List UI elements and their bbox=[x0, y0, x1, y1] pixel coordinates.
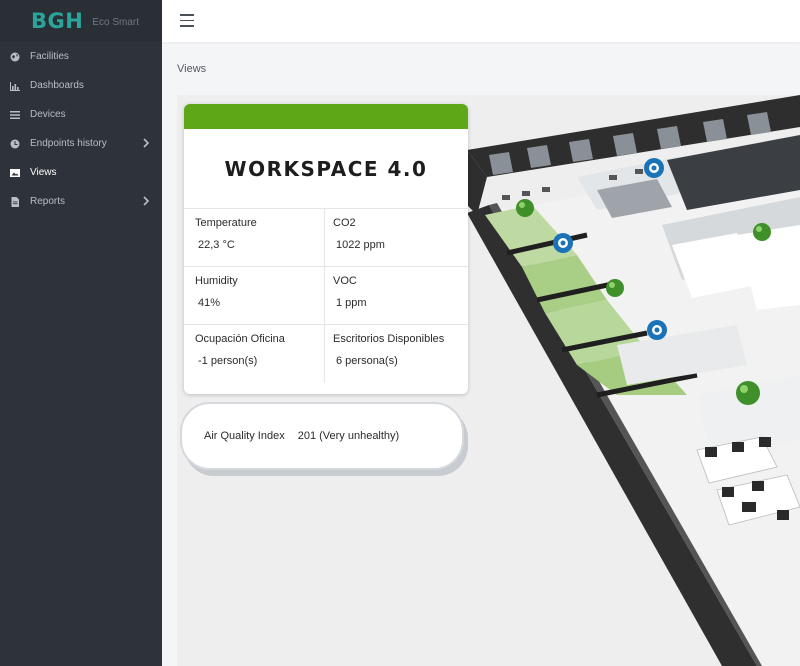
metric-temperature: Temperature 22,3 °C bbox=[184, 209, 325, 267]
sensor-blue-1 bbox=[644, 158, 664, 178]
metrics-grid: Temperature 22,3 °C CO2 1022 ppm Humidit… bbox=[184, 209, 468, 383]
metric-available-desks: Escritorios Disponibles 6 persona(s) bbox=[325, 325, 468, 383]
air-quality-index: Air Quality Index 201 (Very unhealthy) bbox=[180, 402, 464, 470]
metric-value: 22,3 °C bbox=[198, 239, 235, 251]
sidebar-item-label: Dashboards bbox=[30, 80, 84, 91]
menu-toggle-icon[interactable] bbox=[180, 14, 194, 27]
brand-logo: BGH bbox=[31, 9, 84, 33]
bar-chart-icon bbox=[9, 80, 21, 92]
metric-humidity: Humidity 41% bbox=[184, 267, 325, 325]
sidebar-nav: Facilities Dashboards Devices Endpoints … bbox=[0, 42, 162, 216]
sidebar-item-endpoints-history[interactable]: Endpoints history bbox=[0, 129, 162, 158]
sidebar-item-label: Endpoints history bbox=[30, 138, 107, 149]
sensor-green-2 bbox=[606, 279, 624, 297]
metric-value: 6 persona(s) bbox=[336, 355, 398, 367]
card-title: WORKSPACE 4.0 bbox=[184, 129, 468, 209]
sensor-green-3 bbox=[753, 223, 771, 241]
sidebar-item-label: Reports bbox=[30, 196, 66, 207]
metric-label: Temperature bbox=[195, 217, 257, 229]
globe-icon bbox=[9, 51, 21, 63]
chevron-right-icon bbox=[142, 138, 152, 148]
metric-label: Ocupación Oficina bbox=[195, 333, 285, 345]
metric-value: -1 person(s) bbox=[198, 355, 258, 367]
metric-voc: VOC 1 ppm bbox=[325, 267, 468, 325]
sidebar-item-devices[interactable]: Devices bbox=[0, 100, 162, 129]
sensor-blue-2 bbox=[553, 233, 573, 253]
chevron-right-icon bbox=[142, 196, 152, 206]
sidebar-item-facilities[interactable]: Facilities bbox=[0, 42, 162, 71]
metric-value: 41% bbox=[198, 297, 221, 309]
file-icon bbox=[9, 196, 21, 208]
metric-label: VOC bbox=[333, 275, 357, 287]
metric-value: 1022 ppm bbox=[336, 239, 385, 251]
brand[interactable]: BGH Eco Smart bbox=[0, 0, 162, 42]
card-header bbox=[184, 104, 468, 129]
sidebar-item-label: Facilities bbox=[30, 51, 69, 62]
sensor-green-1 bbox=[516, 199, 534, 217]
workspace-card: WORKSPACE 4.0 Temperature 22,3 °C CO2 10… bbox=[184, 104, 468, 394]
brand-subtitle: Eco Smart bbox=[92, 17, 140, 28]
breadcrumb: Views bbox=[177, 63, 207, 75]
metric-co2: CO2 1022 ppm bbox=[325, 209, 468, 267]
sidebar: BGH Eco Smart Facilities Dashboards Devi… bbox=[0, 0, 162, 666]
metric-label: Humidity bbox=[195, 275, 238, 287]
sensor-green-4 bbox=[736, 381, 760, 405]
sidebar-item-label: Views bbox=[30, 167, 57, 178]
topbar bbox=[162, 0, 800, 42]
aqi-label: Air Quality Index bbox=[204, 430, 285, 442]
metric-value: 1 ppm bbox=[336, 297, 367, 309]
metric-label: CO2 bbox=[333, 217, 356, 229]
sidebar-item-dashboards[interactable]: Dashboards bbox=[0, 71, 162, 100]
image-icon bbox=[9, 167, 21, 179]
clock-icon bbox=[9, 138, 21, 150]
sidebar-item-views[interactable]: Views bbox=[0, 158, 162, 187]
metric-occupancy: Ocupación Oficina -1 person(s) bbox=[184, 325, 325, 383]
metric-label: Escritorios Disponibles bbox=[333, 333, 445, 345]
list-icon bbox=[9, 109, 21, 121]
sidebar-item-label: Devices bbox=[30, 109, 66, 120]
sensor-blue-3 bbox=[647, 320, 667, 340]
sidebar-item-reports[interactable]: Reports bbox=[0, 187, 162, 216]
aqi-value: 201 (Very unhealthy) bbox=[297, 430, 400, 442]
